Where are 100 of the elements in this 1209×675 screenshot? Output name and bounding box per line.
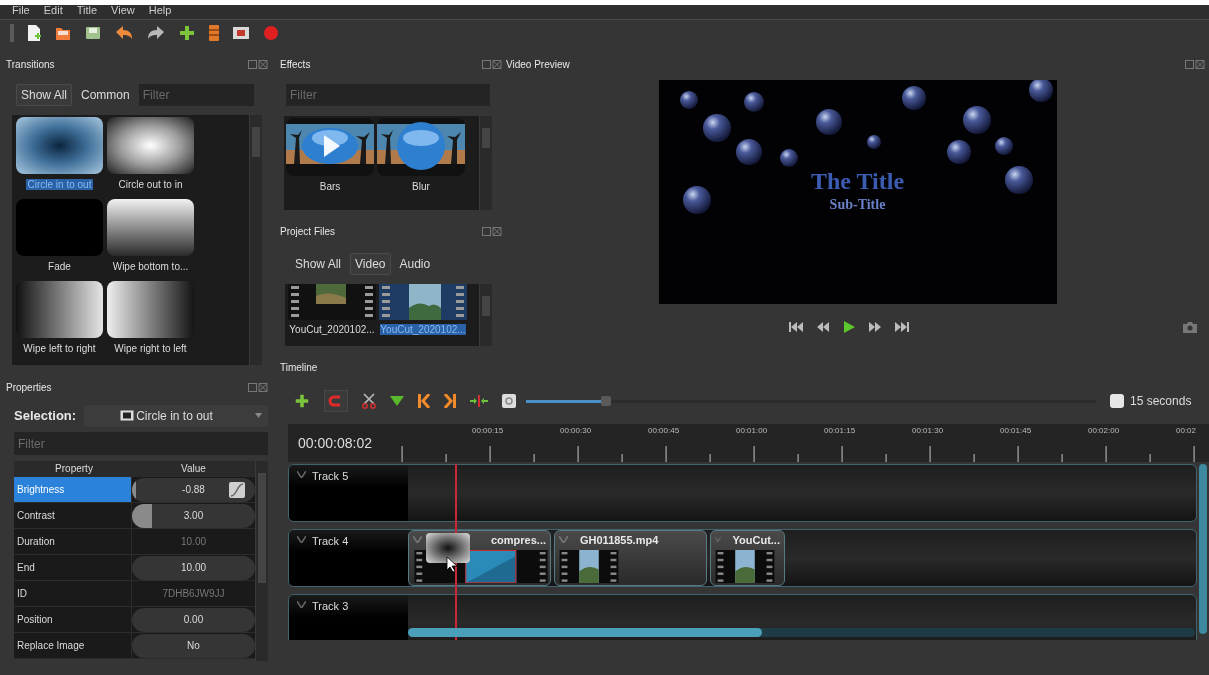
transition-thumbnail[interactable] xyxy=(107,281,194,338)
effect-label[interactable]: Bars xyxy=(319,181,341,192)
dock-close-icon[interactable] xyxy=(1185,59,1205,69)
toolbar-grip-icon xyxy=(10,24,14,42)
property-name[interactable]: Duration xyxy=(14,529,132,554)
record-icon[interactable] xyxy=(262,24,280,42)
add-track-icon[interactable] xyxy=(294,393,310,409)
value-field[interactable]: 10.00 xyxy=(132,555,255,580)
value-slider[interactable]: 3.00 xyxy=(132,503,255,528)
curve-icon[interactable] xyxy=(229,481,245,498)
marker-icon[interactable] xyxy=(390,396,404,406)
transition-thumbnail[interactable] xyxy=(107,199,194,256)
camera-icon[interactable] xyxy=(1183,322,1197,333)
filter-tab[interactable]: Show All xyxy=(16,84,73,106)
chevron-icon[interactable] xyxy=(297,471,306,478)
column-header[interactable]: Value xyxy=(132,461,255,476)
dock-close-icon[interactable] xyxy=(248,382,268,392)
ruler-label: 00:00:45 xyxy=(648,426,680,435)
scrollbar[interactable] xyxy=(408,628,1195,637)
filter-tab[interactable]: Show All xyxy=(290,253,347,275)
transition-icon xyxy=(120,410,135,421)
ruler-label: 00:00:30 xyxy=(560,426,592,435)
ruler-label: 00:01:45 xyxy=(1000,426,1032,435)
transition-thumbnail[interactable] xyxy=(107,117,194,174)
jump-start-icon[interactable] xyxy=(788,322,803,332)
scissors-icon[interactable] xyxy=(362,393,376,409)
property-value: 10.00 xyxy=(181,536,206,547)
effect-label[interactable]: Blur xyxy=(412,181,430,192)
property-name[interactable]: Replace Image xyxy=(14,633,132,658)
scrollbar[interactable] xyxy=(479,116,492,210)
add-icon[interactable] xyxy=(178,24,196,42)
panel-title: Transitions xyxy=(6,58,55,70)
current-time: 00:00:08:02 xyxy=(298,435,373,451)
property-name[interactable]: Contrast xyxy=(14,503,132,528)
property-name[interactable]: ID xyxy=(14,581,132,606)
track-name: Track 4 xyxy=(312,536,349,546)
filter-field[interactable]: Filter xyxy=(286,84,490,106)
clip[interactable]: GH011855.mp4 xyxy=(554,530,707,586)
filter-field[interactable]: Filter xyxy=(14,432,268,455)
ruler-label: 00:01:30 xyxy=(912,426,944,435)
menu-item[interactable]: Edit xyxy=(43,5,63,15)
jump-end-icon[interactable] xyxy=(894,322,909,332)
panel-title: Timeline xyxy=(280,361,318,373)
new-file-icon[interactable] xyxy=(26,24,42,42)
menu-item[interactable]: View xyxy=(111,5,135,15)
center-playhead-icon[interactable] xyxy=(470,395,488,407)
export-icon[interactable] xyxy=(232,25,250,41)
value-field[interactable]: No xyxy=(132,633,255,658)
transition-thumbnail[interactable] xyxy=(16,199,103,256)
value-field[interactable]: 0.00 xyxy=(132,607,255,632)
save-icon[interactable] xyxy=(84,24,102,42)
next-marker-icon[interactable] xyxy=(444,394,456,408)
property-name[interactable]: Brightness xyxy=(14,477,132,502)
file-name[interactable]: YouCut_2020102... xyxy=(289,324,375,335)
dock-close-icon[interactable] xyxy=(482,226,502,236)
zoom-icon[interactable] xyxy=(502,394,516,408)
menu-item[interactable]: Title xyxy=(76,5,98,15)
property-name[interactable]: Position xyxy=(14,607,132,632)
transition-thumbnail[interactable] xyxy=(426,533,470,563)
filter-tab[interactable]: Video xyxy=(350,253,391,275)
menu-item[interactable]: File xyxy=(12,5,30,15)
selection-dropdown[interactable]: Circle in to out xyxy=(84,404,268,427)
transition-label[interactable]: Wipe right to left xyxy=(112,343,189,354)
dock-close-icon[interactable] xyxy=(248,59,268,69)
scrollbar[interactable] xyxy=(255,461,268,661)
track-name: Track 3 xyxy=(312,601,349,611)
chevron-icon[interactable] xyxy=(297,601,306,608)
filter-field[interactable]: Filter xyxy=(138,84,254,106)
filter-tab[interactable]: Common xyxy=(76,84,135,106)
scrollbar[interactable] xyxy=(249,115,262,365)
column-header[interactable]: Property xyxy=(14,461,132,476)
clip-name: GH011855.mp4 xyxy=(580,533,659,546)
filter-tab[interactable]: Audio xyxy=(394,253,436,275)
redo-icon[interactable] xyxy=(146,24,166,42)
menu-item[interactable]: Help xyxy=(148,5,172,15)
ruler-label: 00:02:00 xyxy=(1088,426,1120,435)
transition-label[interactable]: Wipe left to right xyxy=(21,343,98,354)
scrollbar[interactable] xyxy=(479,284,492,346)
property-value: 7DHB6JW9JJ xyxy=(162,588,225,599)
magnet-icon[interactable] xyxy=(324,390,348,412)
checkbox-icon[interactable] xyxy=(1110,394,1124,408)
property-name[interactable]: End xyxy=(14,555,132,580)
clip[interactable]: YouCut... xyxy=(710,530,785,586)
transition-label[interactable]: Fade xyxy=(46,261,73,272)
ruler[interactable]: 00:00:08:02 00:00:15 00:00:30 00:00:45 00:01:00 00:01:15 00:01:30 00:01:45 00:02:00 00:02 xyxy=(288,424,1209,462)
panel-title: Properties xyxy=(6,381,52,393)
previous-marker-icon[interactable] xyxy=(418,394,430,408)
transition-label[interactable]: Circle out to in xyxy=(116,179,185,190)
film-icon[interactable] xyxy=(208,24,220,42)
panel-title: Effects xyxy=(280,58,311,70)
scrollbar[interactable] xyxy=(1199,464,1207,634)
rewind-icon[interactable] xyxy=(816,322,829,332)
fast-forward-icon[interactable] xyxy=(868,322,881,332)
value-slider[interactable]: -0.88 xyxy=(132,477,255,502)
chevron-icon[interactable] xyxy=(297,536,306,543)
transition-label[interactable]: Wipe bottom to... xyxy=(110,261,191,272)
transition-thumbnail[interactable] xyxy=(16,117,103,174)
dock-close-icon[interactable] xyxy=(482,59,502,69)
transition-thumbnail[interactable] xyxy=(16,281,103,338)
play-icon[interactable] xyxy=(842,321,855,333)
